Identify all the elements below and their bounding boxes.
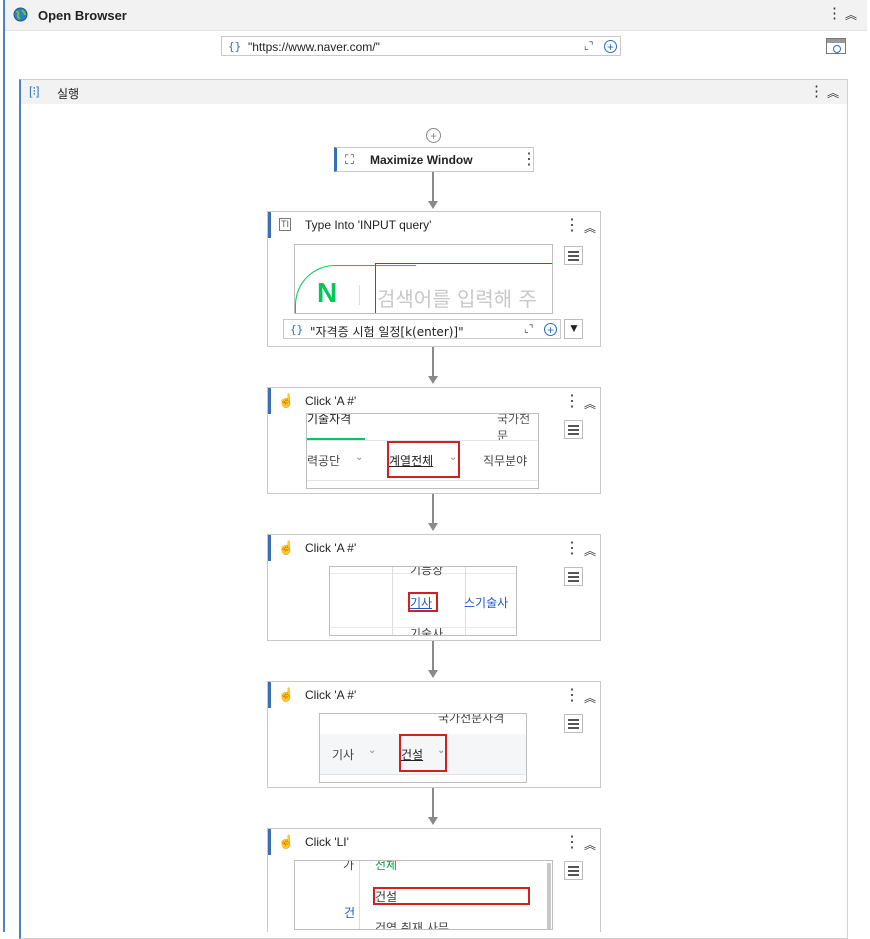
click-1-screenshot: 기술자격 국가전문 력공단 ⌄ 계열전체 ⌄ 직무분야 (306, 413, 539, 489)
click-2-screenshot: 기능장 기사 스기술사 기술사 (329, 566, 517, 636)
outer-scope-bar (3, 0, 5, 932)
click-4-collapse-icon[interactable]: ︽ (584, 836, 596, 853)
flow-arrow (428, 376, 438, 384)
url-input[interactable]: {} "https://www.naver.com/" ⌞⌝ + (221, 36, 621, 56)
add-activity-icon[interactable]: + (426, 128, 441, 143)
sequence-more-icon[interactable]: ⋮ (809, 84, 824, 100)
click-icon: ☝ (278, 540, 295, 555)
add-variable-icon[interactable]: + (544, 323, 557, 337)
thumb-text: 직무분야 (483, 454, 528, 468)
thumb-text: 건염 취재 사무 (375, 921, 449, 930)
click-1-label: Click 'A #' (305, 394, 357, 408)
maximize-window-activity[interactable]: ⛶ Maximize Window ⋮ (334, 147, 537, 172)
target-highlight (408, 592, 438, 612)
expression-icon: {} (290, 323, 304, 336)
click-2-more-icon[interactable]: ⋮ (564, 541, 580, 557)
type-into-header: TI Type Into 'INPUT query' (268, 212, 600, 238)
click-2-header: ☝ Click 'A #' (268, 535, 600, 561)
click-icon: ☝ (278, 834, 295, 849)
add-variable-icon[interactable]: + (604, 40, 617, 54)
maximize-window-label: Maximize Window (370, 153, 473, 167)
click-3-screenshot: 국가전문자격 기사 ⌄ 건설 ⌄ (319, 713, 527, 783)
flow-connector (432, 494, 434, 524)
type-into-collapse-icon[interactable]: ︽ (584, 219, 596, 236)
chevron-down-icon: ⌄ (355, 452, 364, 463)
click-2-collapse-icon[interactable]: ︽ (584, 542, 596, 559)
thumb-text: 스기술사 (464, 596, 509, 610)
type-text-value: "자격증 시험 일정[k(enter)]" (310, 325, 464, 339)
sequence-header[interactable]: [⁝] 실행 ⋮ ︽ (21, 80, 847, 104)
flow-connector (432, 347, 434, 377)
thumb-text: 건 (344, 906, 356, 920)
dropdown-arrow-icon: ▼ (568, 321, 580, 335)
click-3-collapse-icon[interactable]: ︽ (584, 689, 596, 706)
click-activity-3[interactable]: ☝ Click 'A #' ⋮ ︽ 국가전문자격 기사 ⌄ 건설 ⌄ (267, 681, 601, 788)
target-highlight (373, 887, 530, 905)
flow-arrow (428, 670, 438, 678)
click-activity-4[interactable]: ☝ Click 'LI' ⋮ ︽ 가 전체 건설 건 건염 취재 사무 (267, 828, 601, 932)
target-highlight (399, 734, 447, 772)
click-3-label: Click 'A #' (305, 688, 357, 702)
click-icon: ☝ (278, 393, 295, 408)
click-3-menu-icon[interactable] (564, 714, 583, 733)
thumb-text: 기사 (332, 748, 355, 762)
click-3-header: ☝ Click 'A #' (268, 682, 600, 708)
target-highlight (375, 263, 552, 313)
open-browser-header[interactable]: Open Browser ⋮ ︽ (5, 0, 867, 31)
target-highlight (387, 441, 460, 478)
click-2-menu-icon[interactable] (564, 567, 583, 586)
thumb-text: 기능장 (410, 566, 444, 577)
expand-editor-icon[interactable]: ⌞⌝ (524, 324, 533, 335)
type-into-more-icon[interactable]: ⋮ (564, 218, 580, 234)
thumb-text: 력공단 (307, 454, 341, 468)
naver-logo: N (317, 277, 338, 308)
type-options-dropdown[interactable]: ▼ (564, 319, 583, 339)
click-activity-2[interactable]: ☝ Click 'A #' ⋮ ︽ 기능장 기사 스기술사 기술사 (267, 534, 601, 641)
maximize-icon: ⛶ (345, 152, 355, 167)
click-2-label: Click 'A #' (305, 541, 357, 555)
flow-arrow (428, 523, 438, 531)
click-activity-1[interactable]: ☝ Click 'A #' ⋮ ︽ 기술자격 국가전문 력공단 ⌄ 계열전체 ⌄… (267, 387, 601, 494)
thumb-text: 가 (343, 860, 355, 872)
expression-icon: {} (228, 40, 242, 53)
type-into-menu-icon[interactable] (564, 246, 583, 265)
url-value: "https://www.naver.com/" (248, 40, 380, 54)
browser-window-icon[interactable] (826, 38, 846, 54)
thumb-text: 기술자격 (307, 413, 352, 426)
thumb-text: 국가전문자격 (438, 713, 505, 725)
click-icon: ☝ (278, 687, 295, 702)
click-1-header: ☝ Click 'A #' (268, 388, 600, 414)
type-into-screenshot: N 검색어를 입력해 주 (294, 244, 553, 314)
collapse-icon[interactable]: ︽ (845, 7, 857, 23)
sequence-icon: [⁝] (29, 84, 40, 98)
click-4-menu-icon[interactable] (564, 861, 583, 880)
thumb-text: 전체 (375, 860, 398, 872)
more-options-icon[interactable]: ⋮ (827, 6, 842, 22)
click-1-menu-icon[interactable] (564, 420, 583, 439)
sequence-collapse-icon[interactable]: ︽ (827, 85, 839, 101)
click-4-label: Click 'LI' (305, 835, 349, 849)
flow-connector (432, 788, 434, 818)
type-into-activity[interactable]: TI Type Into 'INPUT query' ⋮ ︽ N 검색어를 입력… (267, 211, 601, 347)
chevron-down-icon: ⌄ (368, 745, 377, 756)
type-into-label: Type Into 'INPUT query' (305, 218, 432, 232)
open-browser-title: Open Browser (38, 8, 127, 23)
flow-connector (432, 641, 434, 671)
click-3-more-icon[interactable]: ⋮ (564, 688, 580, 704)
click-1-collapse-icon[interactable]: ︽ (584, 395, 596, 412)
click-4-screenshot: 가 전체 건설 건 건염 취재 사무 (294, 860, 553, 930)
click-4-more-icon[interactable]: ⋮ (564, 835, 580, 851)
sequence-title: 실행 (57, 87, 80, 101)
expand-editor-icon[interactable]: ⌞⌝ (584, 41, 593, 52)
type-into-icon: TI (279, 218, 291, 231)
flow-arrow (428, 817, 438, 825)
maximize-more-icon[interactable]: ⋮ (521, 152, 537, 168)
flow-connector (432, 172, 434, 202)
click-1-more-icon[interactable]: ⋮ (564, 394, 580, 410)
type-text-input[interactable]: {} "자격증 시험 일정[k(enter)]" ⌞⌝ + (283, 319, 561, 339)
flow-arrow (428, 201, 438, 209)
click-4-header: ☝ Click 'LI' (268, 829, 600, 855)
globe-icon (13, 7, 28, 25)
